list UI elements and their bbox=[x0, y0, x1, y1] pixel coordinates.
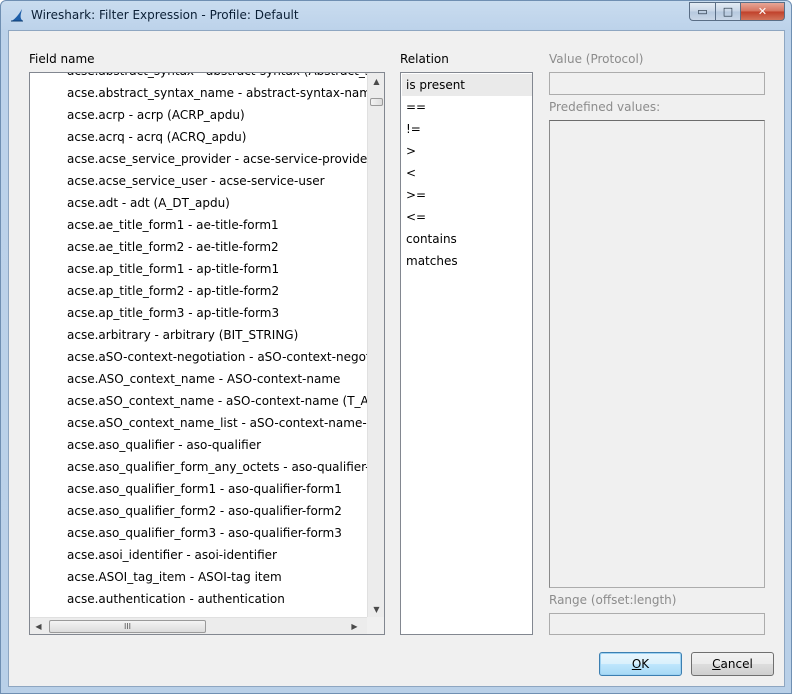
horizontal-scroll-thumb[interactable]: III bbox=[49, 620, 206, 633]
relation-item[interactable]: == bbox=[402, 96, 532, 118]
field-row[interactable]: acse.aso_qualifier_form3 - aso-qualifier… bbox=[67, 522, 342, 544]
relation-item[interactable]: != bbox=[402, 118, 532, 140]
field-row[interactable]: acse.aSO_context_name_list - aSO-context… bbox=[67, 412, 368, 434]
relation-item[interactable]: is present bbox=[402, 74, 532, 96]
field-list[interactable]: acse.abstract_syntax - abstract-syntax (… bbox=[30, 73, 368, 618]
dialog-body: Field name Relation Value (Protocol) Pre… bbox=[8, 30, 785, 687]
field-row[interactable]: acse.acse_service_provider - acse-servic… bbox=[67, 148, 368, 170]
field-row[interactable]: acse.aso_qualifier_form2 - aso-qualifier… bbox=[67, 500, 342, 522]
scroll-left-arrow-icon[interactable]: ◀ bbox=[30, 618, 47, 634]
field-row[interactable]: acse.aSO_context_name - aSO-context-name… bbox=[67, 390, 368, 412]
value-input[interactable] bbox=[549, 72, 765, 95]
field-row[interactable]: acse.aso_qualifier - aso-qualifier bbox=[67, 434, 261, 456]
ok-label-rest: K bbox=[641, 657, 650, 671]
scroll-right-arrow-icon[interactable]: ▶ bbox=[346, 618, 363, 634]
window-title: Wireshark: Filter Expression - Profile: … bbox=[31, 8, 299, 22]
range-input[interactable] bbox=[549, 613, 765, 635]
field-name-label: Field name bbox=[29, 52, 95, 66]
field-row[interactable]: acse.authentication - authentication bbox=[67, 588, 285, 610]
relation-item[interactable]: matches bbox=[402, 250, 532, 272]
title-bar[interactable]: Wireshark: Filter Expression - Profile: … bbox=[1, 1, 791, 30]
dialog-window: Wireshark: Filter Expression - Profile: … bbox=[0, 0, 792, 694]
field-row[interactable]: acse.aso_qualifier_form_any_octets - aso… bbox=[67, 456, 368, 478]
minimize-button[interactable]: ▭ bbox=[689, 2, 715, 21]
wireshark-fin-icon bbox=[11, 9, 23, 22]
relation-label: Relation bbox=[400, 52, 449, 66]
relation-item[interactable]: >= bbox=[402, 184, 532, 206]
field-row[interactable]: acse.aSO-context-negotiation - aSO-conte… bbox=[67, 346, 368, 368]
field-row[interactable]: acse.aso_qualifier_form1 - aso-qualifier… bbox=[67, 478, 342, 500]
relation-item[interactable]: <= bbox=[402, 206, 532, 228]
predefined-values-label: Predefined values: bbox=[549, 100, 661, 114]
field-row[interactable]: acse.ae_title_form1 - ae-title-form1 bbox=[67, 214, 279, 236]
field-row[interactable]: acse.abstract_syntax - abstract-syntax (… bbox=[67, 73, 368, 82]
predefined-values-list[interactable] bbox=[549, 120, 765, 588]
field-row[interactable]: acse.acrp - acrp (ACRP_apdu) bbox=[67, 104, 245, 126]
vertical-scroll-thumb[interactable] bbox=[370, 98, 383, 106]
field-row[interactable]: acse.arbitrary - arbitrary (BIT_STRING) bbox=[67, 324, 298, 346]
ok-button[interactable]: OK bbox=[599, 652, 682, 676]
scroll-corner bbox=[367, 617, 384, 634]
field-row[interactable]: acse.ae_title_form2 - ae-title-form2 bbox=[67, 236, 279, 258]
field-row[interactable]: acse.acrq - acrq (ACRQ_apdu) bbox=[67, 126, 246, 148]
value-label: Value (Protocol) bbox=[549, 52, 644, 66]
field-row[interactable]: acse.ASOI_tag_item - ASOI-tag item bbox=[67, 566, 282, 588]
field-row[interactable]: acse.ap_title_form3 - ap-title-form3 bbox=[67, 302, 279, 324]
field-row[interactable]: acse.ASO_context_name - ASO-context-name bbox=[67, 368, 340, 390]
range-label: Range (offset:length) bbox=[549, 593, 677, 607]
scroll-down-arrow-icon[interactable]: ▼ bbox=[368, 601, 384, 618]
cancel-button[interactable]: Cancel bbox=[691, 652, 774, 676]
field-row[interactable]: acse.abstract_syntax_name - abstract-syn… bbox=[67, 82, 368, 104]
window-controls: ▭ □ ✕ bbox=[689, 2, 785, 21]
maximize-button[interactable]: □ bbox=[715, 2, 741, 21]
cancel-label-rest: ancel bbox=[720, 657, 753, 671]
cancel-accelerator: C bbox=[712, 657, 721, 671]
field-row[interactable]: acse.asoi_identifier - asoi-identifier bbox=[67, 544, 277, 566]
relation-item[interactable]: < bbox=[402, 162, 532, 184]
ok-accelerator: O bbox=[631, 657, 642, 671]
scroll-up-arrow-icon[interactable]: ▲ bbox=[368, 73, 384, 90]
field-row[interactable]: acse.ap_title_form1 - ap-title-form1 bbox=[67, 258, 279, 280]
field-row[interactable]: acse.acse_service_user - acse-service-us… bbox=[67, 170, 325, 192]
vertical-scrollbar[interactable]: ▲ ▼ bbox=[367, 73, 384, 618]
field-row[interactable]: acse.adt - adt (A_DT_apdu) bbox=[67, 192, 230, 214]
horizontal-scrollbar[interactable]: ◀ III ▶ bbox=[30, 617, 384, 634]
close-button[interactable]: ✕ bbox=[741, 2, 785, 21]
relation-item[interactable]: > bbox=[402, 140, 532, 162]
field-row[interactable]: acse.ap_title_form2 - ap-title-form2 bbox=[67, 280, 279, 302]
relation-list[interactable]: is present == != > < >= <= contains matches bbox=[400, 72, 533, 635]
field-name-tree[interactable]: acse.abstract_syntax - abstract-syntax (… bbox=[29, 72, 385, 635]
relation-item[interactable]: contains bbox=[402, 228, 532, 250]
